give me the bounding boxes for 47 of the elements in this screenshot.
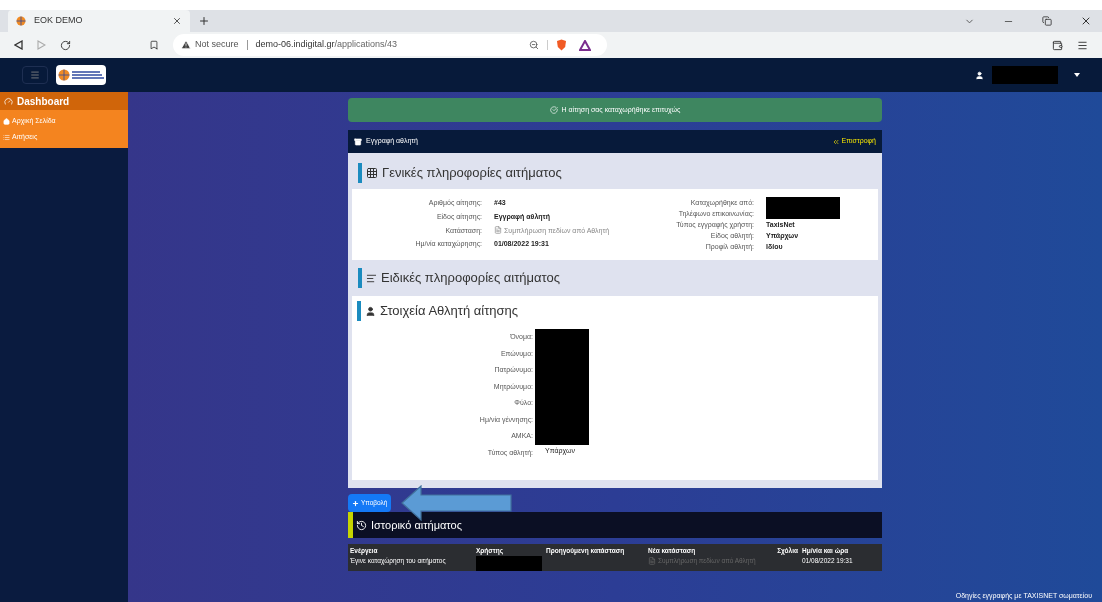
close-window-icon[interactable] [1080,15,1092,27]
sidebar-header[interactable]: Dashboard [0,92,128,110]
heading-accent-bar [357,301,361,321]
new-tab-icon[interactable] [198,15,210,27]
url-text: demo-06.indigital.gr/applications/43 [255,38,398,52]
zoom-icon[interactable] [528,40,539,50]
check-icon [549,106,558,114]
user-icon [365,305,376,317]
browser-tab[interactable]: EOK DEMO [8,10,190,32]
back-icon[interactable] [14,40,23,50]
reload-icon[interactable] [60,39,71,51]
document-icon [494,225,502,234]
list-icon [3,133,10,141]
section-heading: Γενικές πληροφορίες αιτήματος [382,164,562,183]
grid-icon [366,167,378,179]
sidebar-toggle-button[interactable] [22,66,48,84]
restore-icon[interactable] [1042,16,1052,26]
heading-accent-bar [358,163,362,183]
rewind-icon [831,137,840,146]
warning-icon [181,40,191,50]
triangle-icon[interactable] [578,39,591,51]
home-icon [3,117,10,125]
document-icon [648,556,656,565]
menu-icon [30,70,40,80]
redaction-block [476,555,542,571]
security-label: Not secure [195,38,239,52]
menu-icon[interactable] [1077,39,1088,51]
tab-title: EOK DEMO [34,14,84,28]
user-icon [975,70,984,80]
dashboard-icon [4,96,13,106]
plus-icon [352,499,359,507]
section-heading: Ειδικές πληροφορίες αιτήματος [381,269,561,288]
caret-icon[interactable] [1074,73,1080,77]
history-header: Ιστορικό αιτήματος [348,512,882,538]
text-lines-icon [366,272,377,284]
basketball-icon [16,16,26,26]
close-icon[interactable] [172,16,182,26]
heading-accent-bar [358,268,362,288]
section-heading: Στοιχεία Αθλητή αίτησης [380,302,519,321]
wallet-icon[interactable] [1052,39,1063,51]
federation-logo [56,65,106,85]
bookmark-icon[interactable] [149,40,159,50]
shield-icon[interactable] [555,39,567,51]
archive-icon [354,137,362,146]
address-bar[interactable]: Not secure demo-06.indigital.gr/applications/43 [173,34,607,56]
history-icon [356,519,367,531]
redacted-username [992,66,1058,84]
